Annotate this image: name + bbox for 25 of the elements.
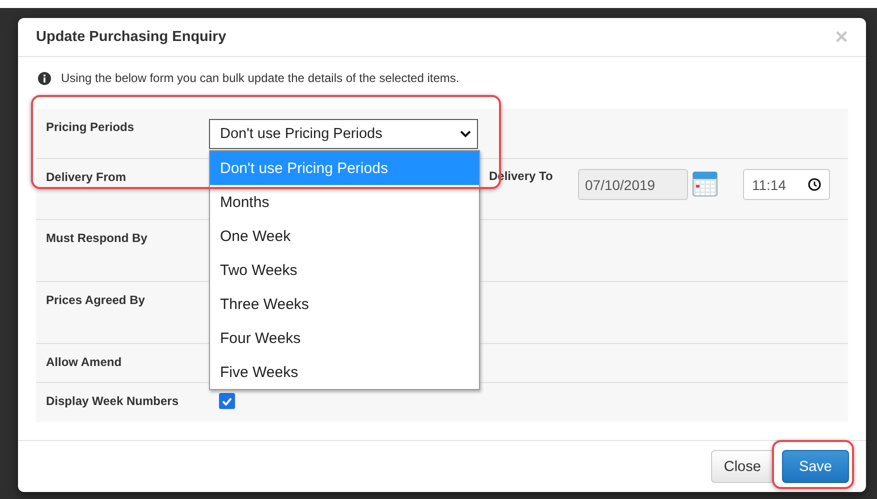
checkbox[interactable] [219, 393, 235, 409]
field-label: Must Respond By [46, 230, 148, 247]
close-button[interactable]: Close [710, 450, 774, 483]
dropdown-option[interactable]: Four Weeks [210, 321, 479, 355]
calendar-icon[interactable] [692, 169, 718, 197]
dropdown-option[interactable]: Three Weeks [210, 287, 479, 321]
clock-icon [808, 178, 821, 191]
chevron-down-icon [460, 130, 471, 138]
field-label: Display Week Numbers [46, 393, 180, 410]
field-label: Allow Amend [46, 354, 123, 371]
dropdown-option[interactable]: Two Weeks [210, 253, 479, 287]
field-label: Prices Agreed By [46, 292, 146, 309]
info-text: Using the below form you can bulk update the details of the selected items. [61, 71, 460, 85]
save-button[interactable]: Save [782, 450, 849, 483]
field-label: Pricing Periods [46, 119, 136, 136]
check-icon [222, 396, 232, 406]
info-icon [38, 72, 51, 84]
time-field[interactable]: 11:14 [743, 169, 830, 200]
field-label: Delivery From [46, 169, 128, 186]
dropdown-option[interactable]: Months [210, 185, 479, 219]
dialog-title: Update Purchasing Enquiry [36, 29, 226, 45]
dropdown-option[interactable]: One Week [210, 219, 479, 253]
dropdown-option[interactable]: Five Weeks [210, 355, 479, 389]
pricing-periods-select[interactable]: Don't use Pricing Periods [209, 119, 478, 149]
date-field[interactable]: 07/10/2019 [578, 169, 688, 200]
